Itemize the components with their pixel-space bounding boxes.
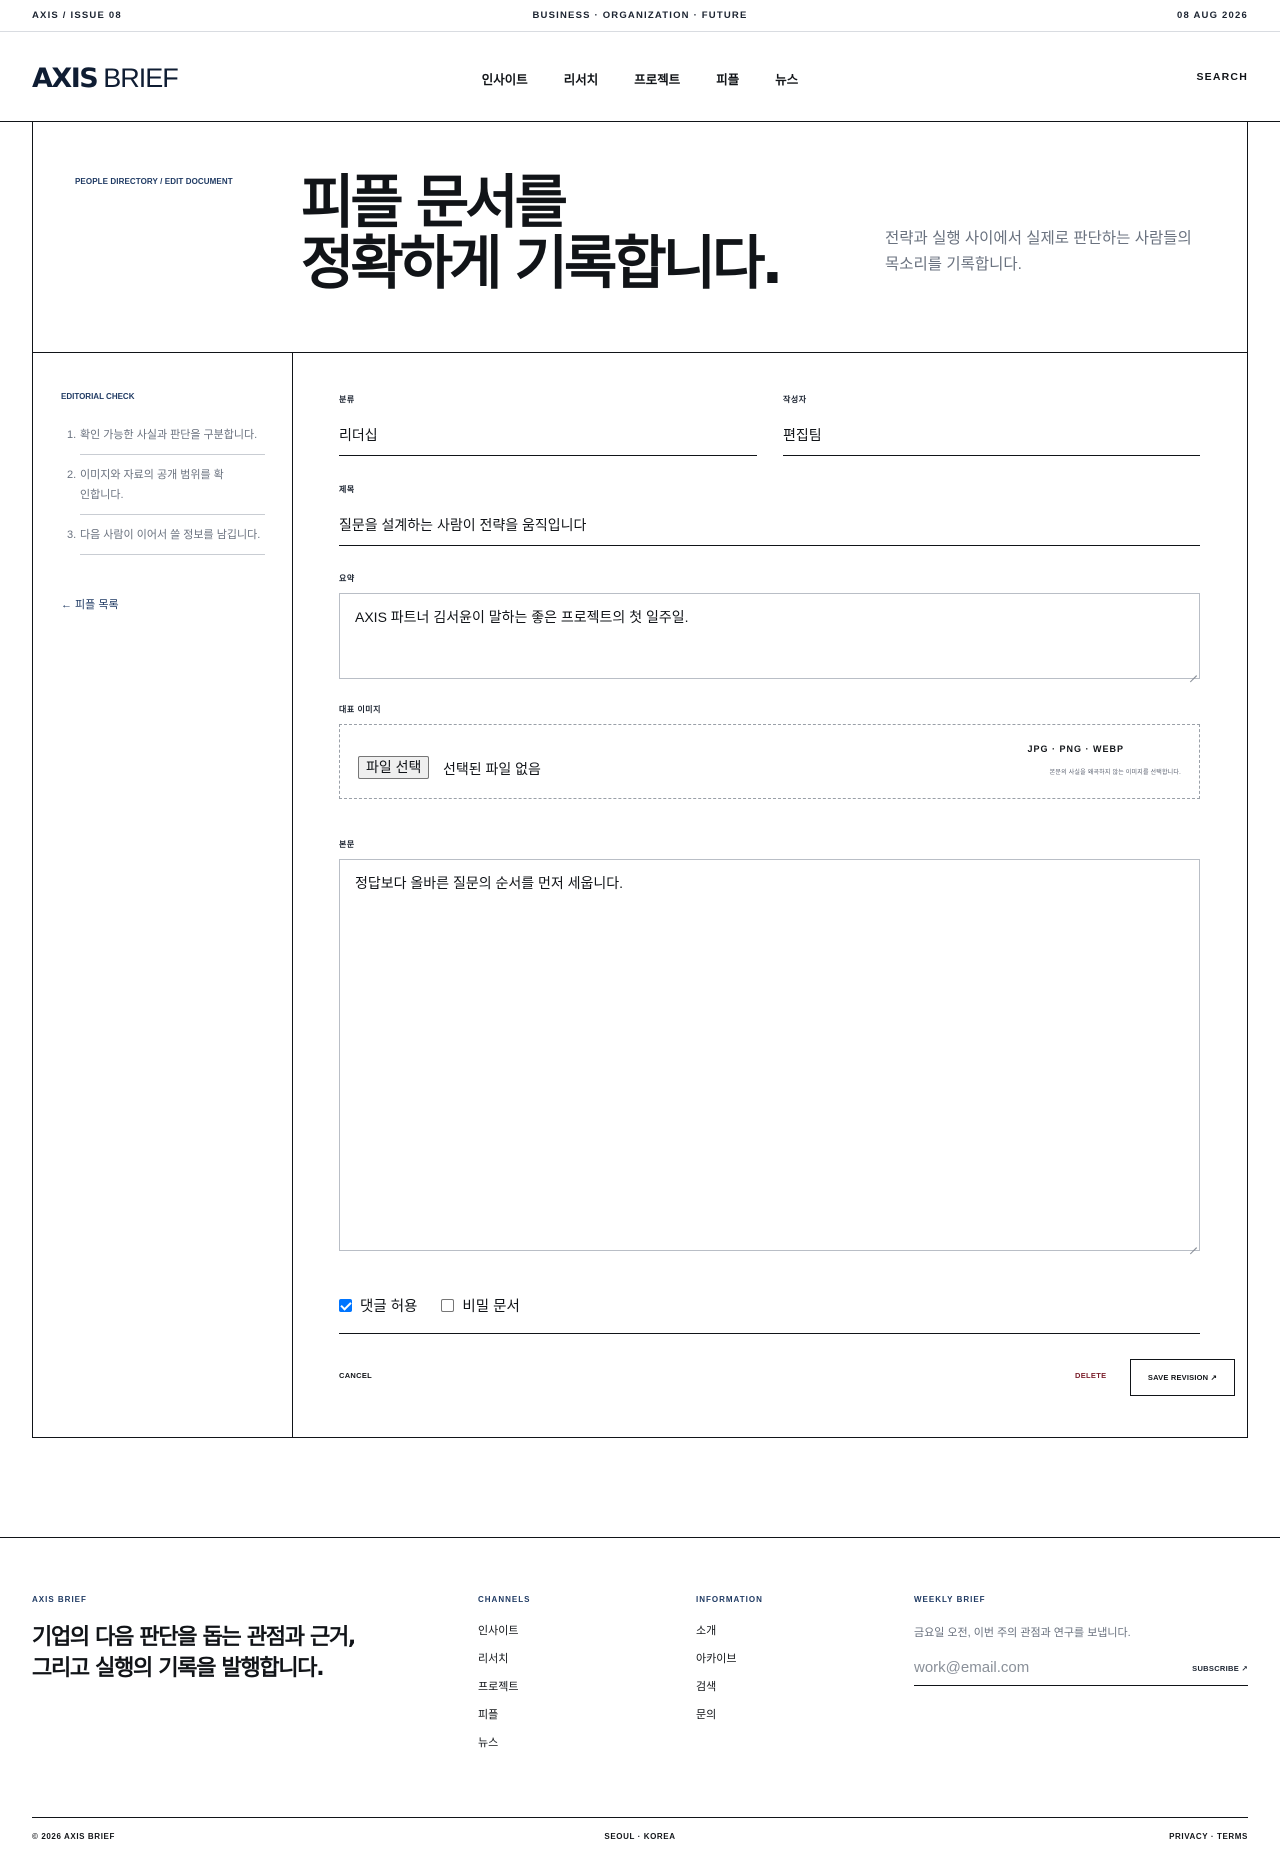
search-link[interactable]: SEARCH xyxy=(1196,71,1248,83)
channels-list: 인사이트 리서치 프로젝트 피플 뉴스 xyxy=(478,1624,518,1764)
information-label: INFORMATION xyxy=(696,1595,763,1604)
footer-link[interactable]: 피플 xyxy=(478,1708,518,1722)
back-to-people-link[interactable]: ← 피플 목록 xyxy=(61,596,119,612)
body-label: 본문 xyxy=(339,840,355,849)
check-item: 2. 이미지와 자료의 공개 범위를 확인합니다. xyxy=(67,455,265,515)
nav-item-news[interactable]: 뉴스 xyxy=(775,69,798,88)
top-bar: AXIS / ISSUE 08 BUSINESS · ORGANIZATION … xyxy=(0,0,1280,32)
choose-file-button[interactable]: 파일 선택 xyxy=(358,756,430,779)
footer-link[interactable]: 리서치 xyxy=(478,1652,518,1666)
footer-link[interactable]: 문의 xyxy=(696,1708,736,1722)
breadcrumb: PEOPLE DIRECTORY / EDIT DOCUMENT xyxy=(75,177,233,186)
category-field[interactable] xyxy=(339,414,757,456)
body-text: 정답보다 올바른 질문의 순서를 먼저 세웁니다. xyxy=(355,875,624,891)
file-hint: 본문의 사실을 왜곡하지 않는 이미지를 선택합니다. xyxy=(1049,770,1181,776)
footer-link[interactable]: 검색 xyxy=(696,1680,736,1694)
legal-links[interactable]: PRIVACY · TERMS xyxy=(1169,1832,1248,1841)
check-number: 3. xyxy=(67,529,77,541)
footer-link-text[interactable]: 아카이브 xyxy=(696,1653,736,1665)
form-divider xyxy=(339,1333,1200,1334)
nav-item-research[interactable]: 리서치 xyxy=(564,69,599,88)
site-header: AXIS BRIEF 인사이트 리서치 프로젝트 피플 뉴스 SEARCH xyxy=(0,32,1280,122)
allow-comments-label: 댓글 허용 xyxy=(360,1299,418,1315)
location: SEOUL · KOREA xyxy=(604,1832,676,1841)
footer-link[interactable]: 아카이브 xyxy=(696,1652,736,1666)
footer-link-text[interactable]: 피플 xyxy=(478,1709,498,1721)
footer-tagline-line-1: 기업의 다음 판단을 돕는 관점과 근거, xyxy=(32,1625,356,1650)
site-footer: AXIS BRIEF 기업의 다음 판단을 돕는 관점과 근거, 그리고 실행의… xyxy=(0,1537,1280,1855)
footer-link-text[interactable]: 문의 xyxy=(696,1709,716,1721)
delete-button[interactable]: DELETE xyxy=(1075,1371,1106,1380)
subscribe-button[interactable]: SUBSCRIBE ↗ xyxy=(1192,1664,1248,1673)
footer-link-text[interactable]: 뉴스 xyxy=(478,1737,498,1749)
footer-bottom-bar: © 2026 AXIS BRIEF SEOUL · KOREA PRIVACY … xyxy=(32,1817,1248,1841)
file-formats: JPG · PNG · WEBP xyxy=(1027,744,1124,754)
editorial-check-list: 1. 확인 가능한 사실과 판단을 구분합니다. 2. 이미지와 자료의 공개 … xyxy=(67,415,265,555)
footer-brand-label: AXIS BRIEF xyxy=(32,1595,87,1604)
weekly-brief-description: 금요일 오전, 이번 주의 관점과 연구를 보냅니다. xyxy=(914,1627,1131,1639)
sidebar-label: EDITORIAL CHECK xyxy=(61,392,135,401)
weekly-brief-label: WEEKLY BRIEF xyxy=(914,1595,986,1604)
check-text: 확인 가능한 사실과 판단을 구분합니다. xyxy=(80,429,258,441)
check-number: 1. xyxy=(67,429,77,441)
body-textarea[interactable]: 정답보다 올바른 질문의 순서를 먼저 세웁니다. xyxy=(339,859,1200,1251)
title-label: 제목 xyxy=(339,485,355,494)
resize-grip-icon[interactable] xyxy=(1189,1240,1197,1248)
footer-link-text[interactable]: 프로젝트 xyxy=(478,1681,518,1693)
check-text: 이미지와 자료의 공개 범위를 확인합니다. xyxy=(80,469,224,501)
image-dropzone[interactable]: 파일 선택 선택된 파일 없음 JPG · PNG · WEBP 본문의 사실을… xyxy=(339,724,1200,799)
image-label: 대표 이미지 xyxy=(339,705,382,714)
check-item: 1. 확인 가능한 사실과 판단을 구분합니다. xyxy=(67,415,265,455)
main-nav: 인사이트 리서치 프로젝트 피플 뉴스 xyxy=(0,69,1280,88)
page-title-line-1: 피플 문서를 xyxy=(301,168,568,236)
cancel-button[interactable]: CANCEL xyxy=(339,1371,372,1380)
footer-link-text[interactable]: 소개 xyxy=(696,1625,716,1637)
footer-link[interactable]: 인사이트 xyxy=(478,1624,518,1638)
check-number: 2. xyxy=(67,469,77,481)
author-field[interactable] xyxy=(783,414,1200,456)
edit-section: EDITORIAL CHECK 1. 확인 가능한 사실과 판단을 구분합니다.… xyxy=(32,353,1248,1438)
page-title-line-2: 정확하게 기록합니다. xyxy=(301,229,783,297)
allow-comments-checkbox[interactable]: 댓글 허용 xyxy=(339,1295,417,1316)
footer-link[interactable]: 프로젝트 xyxy=(478,1680,518,1694)
check-item: 3. 다음 사람이 이어서 쓸 정보를 남깁니다. xyxy=(67,515,265,555)
footer-link-text[interactable]: 검색 xyxy=(696,1681,716,1693)
nav-item-insight[interactable]: 인사이트 xyxy=(482,69,528,88)
channels-label: CHANNELS xyxy=(478,1595,531,1604)
summary-label: 요약 xyxy=(339,574,355,583)
resize-grip-icon[interactable] xyxy=(1189,668,1197,676)
category-label: 분류 xyxy=(339,395,355,404)
private-document-checkbox[interactable]: 비밀 문서 xyxy=(441,1295,520,1316)
footer-link-text[interactable]: 리서치 xyxy=(478,1653,508,1665)
page-title: 피플 문서를 정확하게 기록합니다. xyxy=(301,168,783,297)
nav-item-project[interactable]: 프로젝트 xyxy=(634,69,680,88)
save-revision-button[interactable]: SAVE REVISION ↗ xyxy=(1130,1359,1235,1396)
footer-link[interactable]: 뉴스 xyxy=(478,1736,518,1750)
information-list: 소개 아카이브 검색 문의 xyxy=(696,1624,736,1736)
footer-tagline: 기업의 다음 판단을 돕는 관점과 근거, 그리고 실행의 기록을 발행합니다. xyxy=(32,1622,356,1684)
check-text: 다음 사람이 이어서 쓸 정보를 남깁니다. xyxy=(80,529,261,541)
page-description: 전략과 실행 사이에서 실제로 판단하는 사람들의 목소리를 기록합니다. xyxy=(885,230,1192,273)
topic-label: BUSINESS · ORGANIZATION · FUTURE xyxy=(532,10,748,21)
file-status: 선택된 파일 없음 xyxy=(443,761,541,777)
footer-tagline-line-2: 그리고 실행의 기록을 발행합니다. xyxy=(32,1656,325,1681)
page-hero: PEOPLE DIRECTORY / EDIT DOCUMENT 피플 문서를 … xyxy=(32,122,1248,353)
private-document-label: 비밀 문서 xyxy=(462,1299,520,1315)
checkbox-unchecked-icon[interactable] xyxy=(441,1299,455,1312)
footer-link-text[interactable]: 인사이트 xyxy=(478,1625,518,1637)
checkbox-checked-icon[interactable] xyxy=(339,1299,352,1312)
issue-date: 08 AUG 2026 xyxy=(1177,10,1248,21)
option-checkboxes: 댓글 허용 비밀 문서 xyxy=(339,1295,540,1315)
footer-link[interactable]: 소개 xyxy=(696,1624,736,1638)
document-form: 분류 작성자 제목 요약 AXIS 파트너 김서윤이 말하는 좋은 프로젝트의 … xyxy=(293,353,1248,1437)
summary-text: AXIS 파트너 김서윤이 말하는 좋은 프로젝트의 첫 일주일. xyxy=(355,609,689,625)
summary-textarea[interactable]: AXIS 파트너 김서윤이 말하는 좋은 프로젝트의 첫 일주일. xyxy=(339,593,1200,679)
title-field[interactable] xyxy=(339,504,1200,546)
nav-item-people[interactable]: 피플 xyxy=(716,69,739,88)
editorial-sidebar: EDITORIAL CHECK 1. 확인 가능한 사실과 판단을 구분합니다.… xyxy=(33,353,293,1437)
author-label: 작성자 xyxy=(783,395,807,404)
